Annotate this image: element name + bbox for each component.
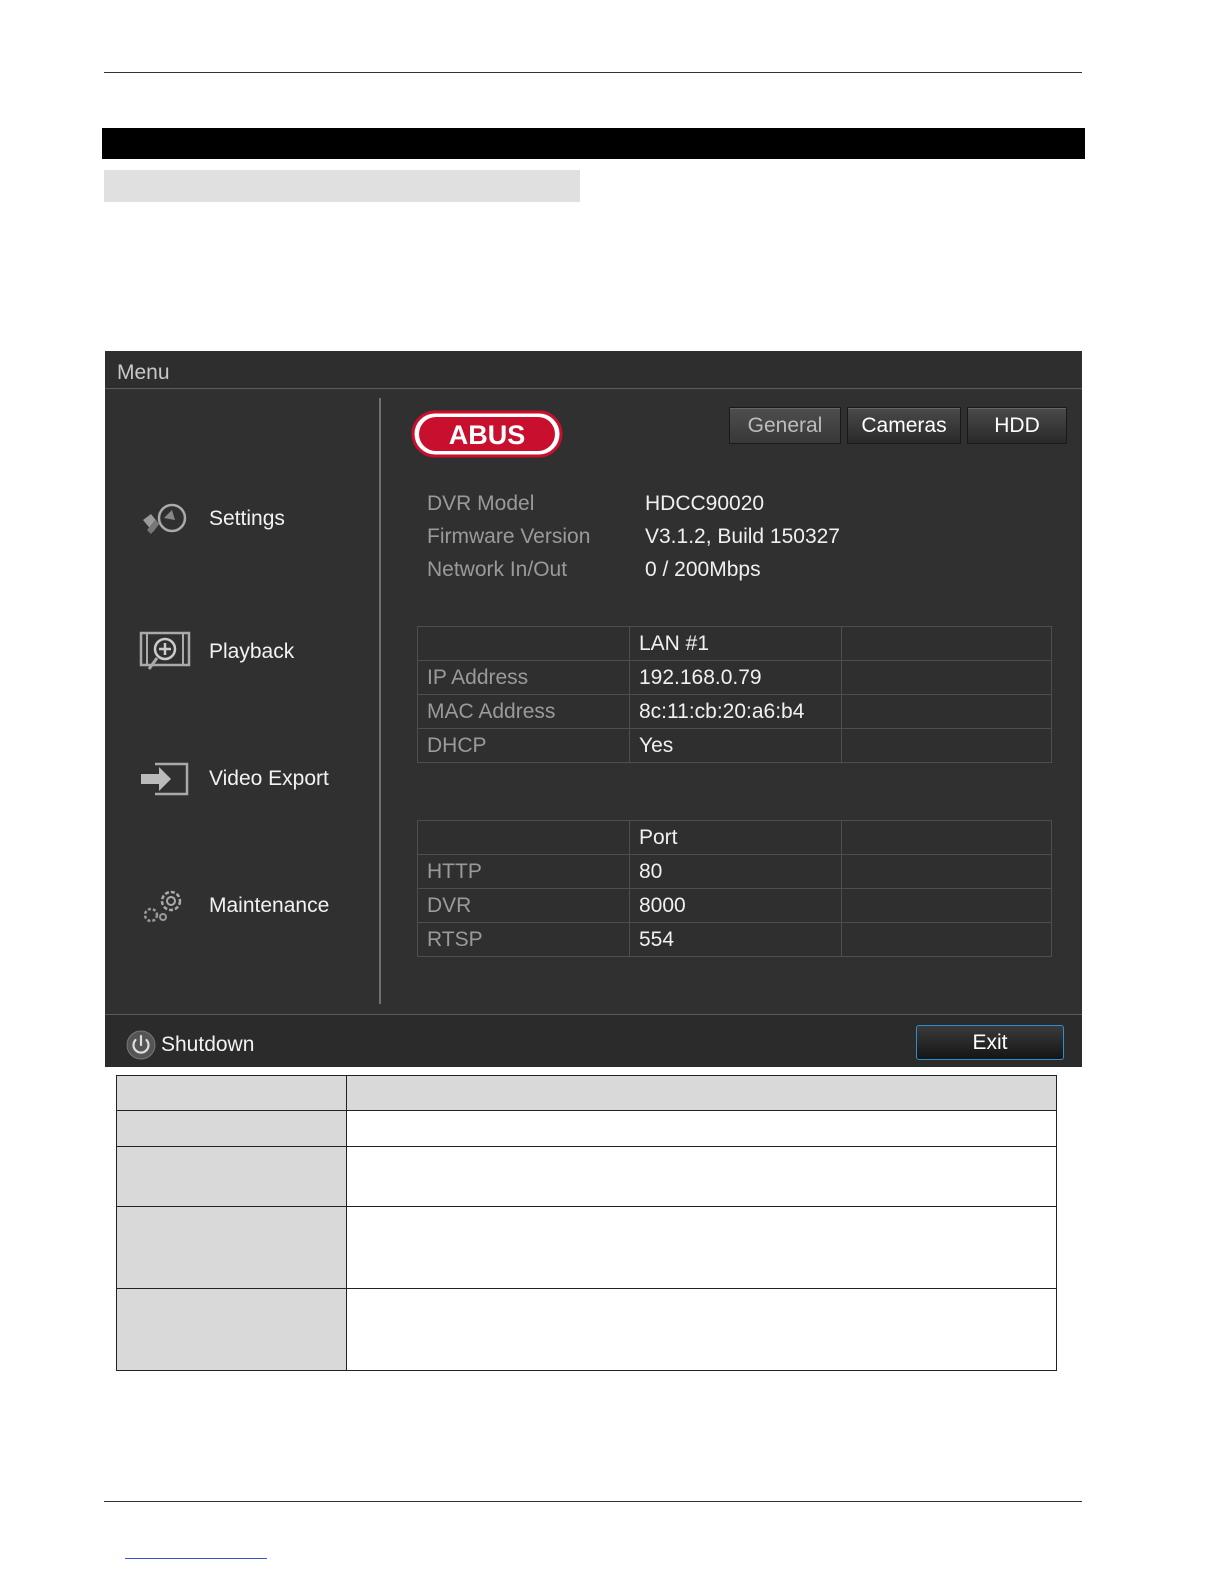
table-cell: DVR: [417, 888, 630, 923]
table-cell: [417, 820, 630, 855]
sidebar-item-label: Maintenance: [209, 894, 330, 917]
info-label: Firmware Version: [427, 525, 591, 548]
table-cell: 554: [629, 922, 842, 957]
tab-label: Cameras: [861, 413, 947, 437]
tab-cameras[interactable]: Cameras: [847, 407, 961, 444]
exit-button[interactable]: Exit: [916, 1025, 1064, 1060]
tab-label: General: [747, 413, 823, 437]
table-cell: [841, 626, 1052, 661]
sidebar-item-label: Settings: [209, 507, 285, 530]
dvr-footer-bar: Shutdown Exit: [105, 1014, 1082, 1067]
port-table: Port HTTP 80 DVR 8000 RTSP 554: [417, 820, 1052, 957]
table-cell: 192.168.0.79: [629, 660, 842, 695]
info-value: V3.1.2, Build 150327: [645, 525, 840, 548]
table-header-lan: LAN #1: [629, 626, 842, 661]
table-row: IP Address 192.168.0.79: [417, 660, 1052, 695]
shutdown-label: Shutdown: [161, 1033, 255, 1056]
sidebar-item-settings[interactable]: Settings: [137, 494, 285, 544]
sidebar-item-label: Video Export: [209, 767, 329, 790]
abus-logo: ABUS: [411, 410, 563, 458]
table-cell: [116, 1075, 347, 1111]
table-cell: [116, 1146, 347, 1207]
tab-label: HDD: [994, 413, 1040, 437]
info-label: Network In/Out: [427, 558, 568, 581]
table-header-row: LAN #1: [417, 626, 1052, 661]
table-header-row: [116, 1075, 1057, 1111]
table-row: DVR 8000: [417, 888, 1052, 923]
table-cell: IP Address: [417, 660, 630, 695]
table-cell: [841, 728, 1052, 763]
table-row: [116, 1146, 1057, 1207]
table-cell: [841, 820, 1052, 855]
maintenance-icon: [143, 890, 182, 923]
table-cell: [417, 626, 630, 661]
info-value: 0 / 200Mbps: [645, 558, 761, 581]
exit-label: Exit: [972, 1030, 1008, 1054]
top-rule: [104, 72, 1082, 73]
table-row: MAC Address 8c:11:cb:20:a6:b4: [417, 694, 1052, 729]
subsection-heading-bar: [104, 170, 580, 202]
table-cell: 80: [629, 854, 842, 889]
table-cell: [841, 854, 1052, 889]
table-cell: [841, 660, 1052, 695]
tab-bar: General Cameras HDD: [729, 407, 1073, 444]
tab-general[interactable]: General: [729, 407, 841, 444]
video-export-icon: [141, 762, 189, 796]
table-row: [116, 1110, 1057, 1147]
info-value: HDCC90020: [645, 492, 765, 515]
sidebar-item-playback[interactable]: Playback: [137, 627, 294, 677]
table-cell: [841, 888, 1052, 923]
logo-text: ABUS: [449, 420, 526, 450]
footer-link-underline: [125, 1558, 267, 1559]
sidebar-item-video-export[interactable]: Video Export: [137, 754, 329, 804]
table-cell: [116, 1110, 347, 1147]
sidebar-item-maintenance[interactable]: Maintenance: [137, 881, 329, 931]
tab-hdd[interactable]: HDD: [967, 407, 1067, 444]
dvr-menu-screenshot: Menu Settings Playback Video Export Main…: [105, 351, 1082, 1067]
table-cell: 8000: [629, 888, 842, 923]
section-heading-bar: [102, 128, 1085, 159]
table-cell: HTTP: [417, 854, 630, 889]
table-header-row: Port: [417, 820, 1052, 855]
network-table: LAN #1 IP Address 192.168.0.79 MAC Addre…: [417, 626, 1052, 763]
table-cell: [841, 694, 1052, 729]
description-table: [116, 1075, 1057, 1371]
power-icon: [126, 1030, 156, 1060]
sidebar-divider: [379, 398, 381, 1004]
table-cell: RTSP: [417, 922, 630, 957]
shutdown-button[interactable]: Shutdown: [125, 1029, 254, 1061]
table-cell: Yes: [629, 728, 842, 763]
bottom-rule: [104, 1501, 1082, 1502]
table-row: [116, 1288, 1057, 1371]
table-cell: [346, 1206, 1057, 1289]
table-cell: [346, 1110, 1057, 1147]
table-cell: [346, 1146, 1057, 1207]
window-title: Menu: [117, 361, 170, 384]
table-cell: [116, 1206, 347, 1289]
table-cell: [841, 922, 1052, 957]
info-label: DVR Model: [427, 492, 535, 515]
table-row: DHCP Yes: [417, 728, 1052, 763]
table-cell: DHCP: [417, 728, 630, 763]
table-header-port: Port: [629, 820, 842, 855]
settings-icon: [143, 503, 187, 534]
table-cell: 8c:11:cb:20:a6:b4: [629, 694, 842, 729]
dvr-main-panel: Settings Playback Video Export Maintenan…: [105, 390, 1082, 1014]
table-row: [116, 1206, 1057, 1289]
dvr-title-bar: Menu: [105, 351, 1082, 389]
table-cell: MAC Address: [417, 694, 630, 729]
table-cell: [116, 1288, 347, 1371]
playback-icon: [139, 631, 191, 670]
table-cell: [346, 1075, 1057, 1111]
table-row: HTTP 80: [417, 854, 1052, 889]
table-cell: [346, 1288, 1057, 1371]
sidebar-item-label: Playback: [209, 640, 295, 663]
table-row: RTSP 554: [417, 922, 1052, 957]
